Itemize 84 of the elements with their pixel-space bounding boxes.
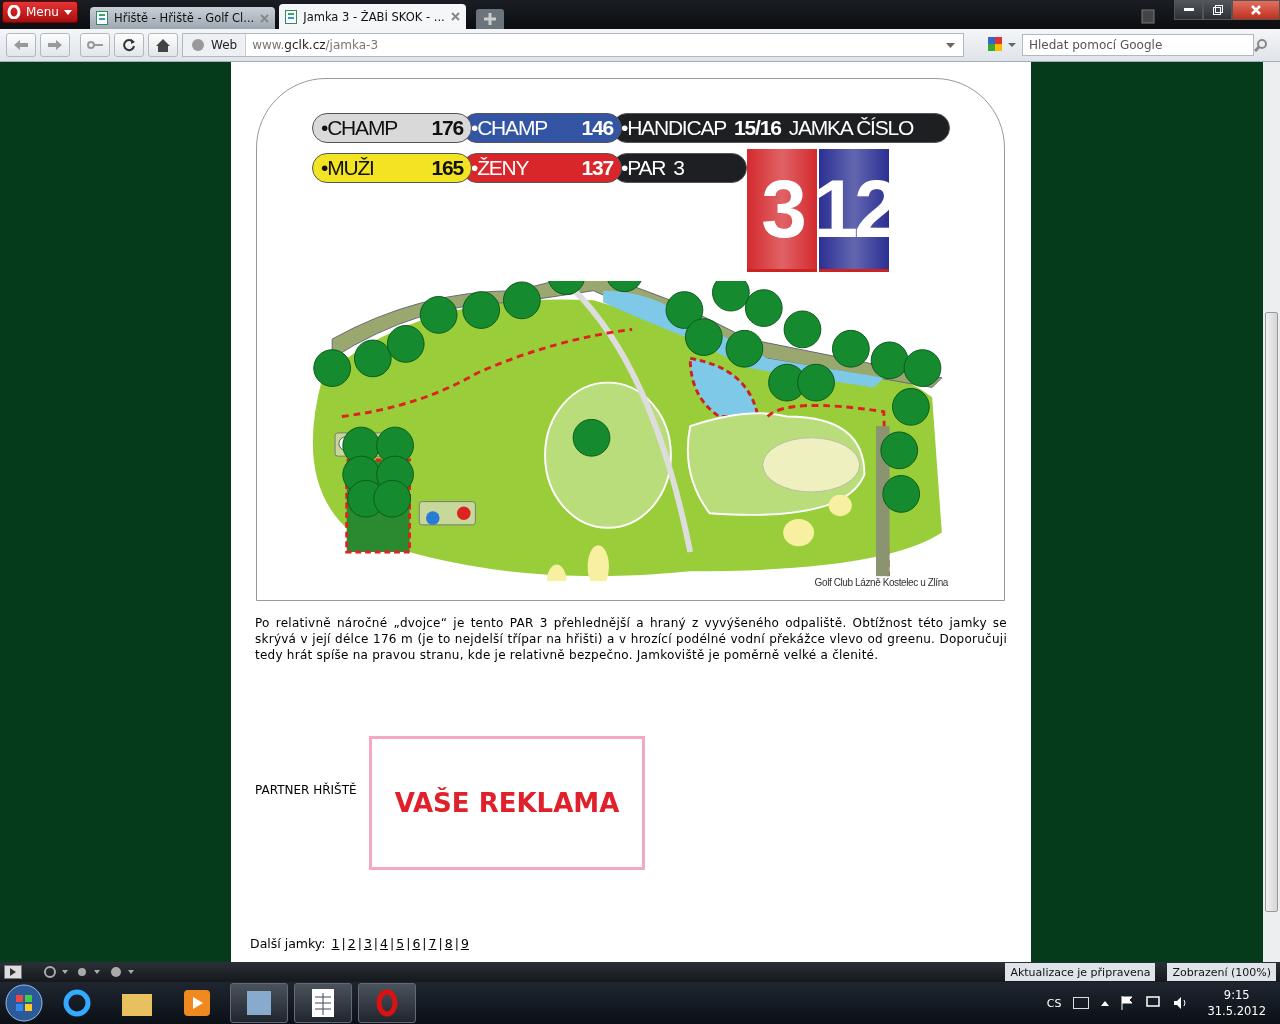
search-field[interactable]: Hledat pomocí Google [1022, 34, 1254, 56]
google-logo-icon [988, 37, 1018, 53]
separator-text: | [422, 936, 427, 951]
tee-value: 176 [431, 116, 463, 140]
clock-time: 9:15 [1223, 987, 1250, 1003]
arrow-right-icon [48, 40, 62, 50]
page-icon [285, 9, 298, 24]
hole-link[interactable]: 6 [412, 936, 421, 951]
tee-value: 137 [581, 156, 613, 180]
panel-toggle-icon[interactable] [4, 965, 22, 979]
restore-button[interactable] [1203, 0, 1232, 20]
separator-text: | [406, 936, 411, 951]
opera-app-icon[interactable] [358, 983, 416, 1023]
clock-date: 31.5.2012 [1207, 1003, 1266, 1019]
home-icon [156, 38, 170, 52]
tee-value: 146 [581, 116, 613, 140]
tee-label: •CHAMP [321, 116, 397, 140]
separator-text: | [390, 936, 395, 951]
minimize-button[interactable] [1174, 0, 1203, 20]
tee-label: •MUŽI [321, 156, 374, 180]
page-icon [96, 11, 108, 25]
restore-icon [1212, 5, 1223, 15]
spreadsheet-app-icon[interactable] [294, 983, 352, 1023]
tab-title: Jamka 3 - ŽABÍ SKOK - ... [303, 9, 445, 24]
hole-number-label: JAMKA ČÍSLO [788, 116, 914, 140]
separator-text: | [438, 936, 443, 951]
separator-text: | [357, 936, 362, 951]
key-icon [87, 41, 103, 49]
close-button[interactable] [1232, 0, 1280, 20]
home-button[interactable] [148, 33, 178, 57]
update-status[interactable]: Aktualizace je připravena [1005, 963, 1156, 981]
credit-text: Golf Club Lázně Kostelec u Zlína [814, 577, 948, 588]
language-indicator[interactable]: CS [1046, 996, 1062, 1010]
plus-icon [483, 13, 496, 25]
browser-tab[interactable]: Jamka 3 - ŽABÍ SKOK - ... [279, 4, 466, 29]
hole-link[interactable]: 4 [380, 936, 388, 951]
close-icon [1251, 5, 1261, 15]
scrollbar[interactable] [1263, 62, 1280, 962]
hole-link[interactable]: 3 [363, 936, 372, 951]
dropdown-icon[interactable] [946, 42, 955, 48]
back-button[interactable] [6, 33, 36, 57]
separator-text: | [373, 936, 379, 951]
flag-icon[interactable] [1121, 996, 1134, 1010]
hole-link[interactable]: 9 [460, 936, 469, 951]
new-tab-button[interactable] [475, 9, 504, 29]
address-field[interactable]: Web www.gclk.cz/jamka-3 [182, 33, 964, 57]
hole-link[interactable]: 5 [396, 936, 405, 951]
caret-icon [63, 9, 72, 15]
separator-text: | [454, 936, 459, 951]
tee-value: 3 [673, 156, 684, 180]
hole-link[interactable]: 7 [428, 936, 437, 951]
tee-label: •PAR [621, 156, 666, 180]
zoom-status[interactable]: Zobrazení (100%) [1167, 963, 1276, 981]
tee-value: 165 [431, 156, 463, 180]
arrow-left-icon [14, 40, 28, 50]
reload-icon [122, 38, 136, 52]
browser-tab[interactable]: Hřiště - Hřiště - Golf Cl... [90, 7, 276, 29]
description-text: Po relativně náročné „dvojce“ je tento PAR 3 přehlednější a hraný z vyvýšeného odpaliště. Obtížnost této jamky se skrývá v její délce 176 m (je to nejdelší třípar na hřišti) a v hrozící podélné vodní překážce vlevo od greenu. Doporučuji tedy hrát spíše na pravou stranu, kde je relativně bezpečno. Jamkoviště je poměrně velké a členité. [255, 615, 1007, 663]
separator-text: | [341, 936, 346, 951]
search-icon[interactable] [1254, 38, 1268, 52]
opera-logo-icon [7, 5, 21, 19]
ad-banner[interactable]: VAŠE REKLAMA [368, 736, 645, 870]
address-label: Web [211, 38, 238, 52]
forward-button[interactable] [40, 33, 70, 57]
tee-value: 15/16 [734, 116, 781, 140]
tee-label: •ŽENY [471, 156, 529, 180]
partner-label: PARTNER HŘIŠTĚ [255, 783, 357, 797]
reload-button[interactable] [114, 33, 144, 57]
hole-link[interactable]: 8 [444, 936, 453, 951]
nav-label: Další jamky: [250, 936, 326, 951]
menu-button[interactable]: Menu [2, 1, 78, 23]
start-button-icon[interactable] [4, 983, 44, 1023]
clock[interactable]: 9:15 31.5.2012 [1207, 987, 1266, 1019]
caret-up-icon[interactable] [1101, 1000, 1110, 1006]
url-text: www.gclk.cz/jamka-3 [251, 38, 380, 52]
hole-link[interactable]: 2 [347, 936, 356, 951]
number-flag: 3 [747, 149, 817, 272]
tab-title: Hřiště - Hřiště - Golf Cl... [114, 11, 255, 25]
hole-link[interactable]: 1 [331, 936, 340, 951]
globe-icon [191, 38, 205, 52]
minimize-icon [1183, 8, 1194, 12]
close-icon[interactable] [450, 12, 460, 21]
tee-label: •HANDICAP [621, 116, 727, 140]
tee-label: •CHAMP [471, 116, 547, 140]
